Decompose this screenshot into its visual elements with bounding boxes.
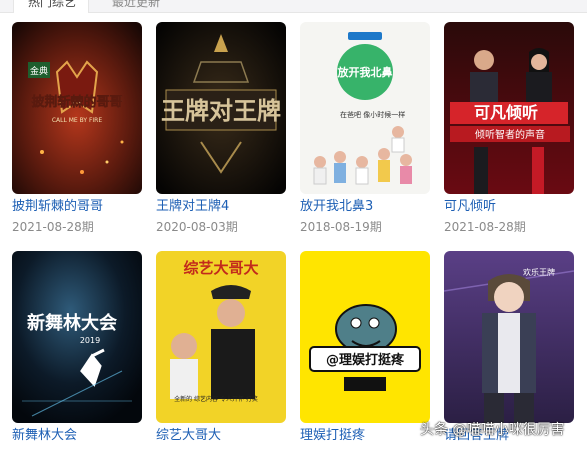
poster-subtitle-text: CALL ME BY FIRE — [52, 117, 103, 124]
brand-logo: 金典 — [30, 65, 48, 77]
show-poster[interactable]: 王牌对王牌 — [156, 22, 286, 194]
show-title[interactable]: 披荆斩棘的哥哥 — [12, 199, 103, 215]
show-title[interactable]: 综艺大哥大 — [156, 428, 221, 444]
episode-date: 2018-08-19期 — [300, 220, 382, 234]
tab-bar: 热门综艺 最近更新 — [0, 0, 587, 13]
show-title[interactable]: 新舞林大会 — [12, 428, 77, 444]
tab-hot-variety[interactable]: 热门综艺 — [13, 0, 89, 13]
episode-date: 2020-08-03期 — [156, 220, 238, 234]
poster-title-text: 放开我北鼻 — [337, 65, 393, 79]
poster-subtitle-text: 2019 — [80, 336, 100, 345]
show-title[interactable]: 放开我北鼻3 — [300, 199, 373, 215]
tab-recent-updates[interactable]: 最近更新 — [112, 0, 160, 13]
poster-title-text: @理娱打挺疼 — [326, 352, 405, 368]
poster-title-text: 欢乐王牌 — [523, 267, 555, 277]
watermark: 头条 @喵喵小咪很厉害 — [420, 422, 565, 438]
show-poster[interactable]: 欢乐王牌 — [444, 251, 574, 423]
poster-title-text: 王牌对王牌 — [161, 97, 281, 125]
show-poster[interactable]: 新舞林大会 2019 — [12, 251, 142, 423]
show-title[interactable]: 王牌对王牌4 — [156, 199, 229, 215]
show-poster[interactable]: 放开我北鼻 在爸吧 像小时候一样 — [300, 22, 430, 194]
show-poster[interactable]: @理娱打挺疼 — [300, 251, 430, 423]
poster-title-text: 可凡倾听 — [474, 103, 538, 122]
show-title[interactable]: 可凡倾听 — [444, 199, 496, 215]
poster-subtitle-text: 全新的 综艺内容 令人开怀 打笑 — [174, 395, 258, 403]
poster-subtitle-text: 倾听智者的声音 — [475, 128, 545, 141]
poster-title-text: 披荆斩棘的哥哥 — [31, 94, 122, 110]
episode-date: 2021-08-28期 — [444, 220, 526, 234]
poster-subtitle-text: 在爸吧 像小时候一样 — [340, 110, 405, 119]
show-poster[interactable]: 可凡倾听 倾听智者的声音 — [444, 22, 574, 194]
episode-date: 2021-08-28期 — [12, 220, 94, 234]
poster-title-text: 综艺大哥大 — [183, 259, 258, 277]
poster-title-text: 新舞林大会 — [27, 312, 117, 334]
show-poster[interactable]: 综艺大哥大 全新的 综艺内容 令人开怀 打笑 — [156, 251, 286, 423]
show-title[interactable]: 理娱打挺疼 — [300, 428, 365, 444]
show-poster[interactable]: 金典 披荆斩棘的哥哥 CALL ME BY FIRE — [12, 22, 142, 194]
